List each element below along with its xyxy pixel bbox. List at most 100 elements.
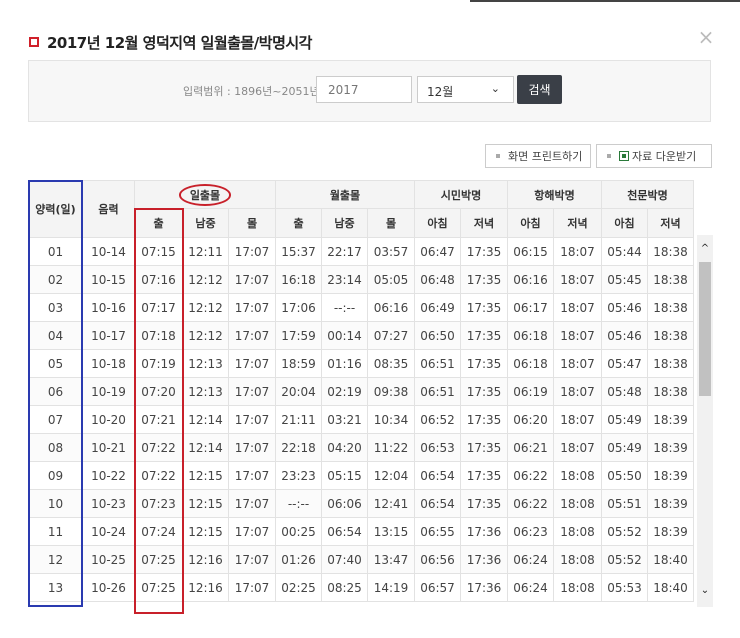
table-cell: --:-- bbox=[275, 489, 322, 518]
table-cell: 06:22 bbox=[507, 489, 554, 518]
table-cell: 06:51 bbox=[414, 349, 461, 378]
table-cell: 07:25 bbox=[134, 545, 183, 574]
print-button[interactable]: 화면 프린트하기 bbox=[485, 144, 591, 168]
table-cell: 17:07 bbox=[228, 349, 276, 378]
close-button[interactable]: × bbox=[696, 27, 716, 47]
table-cell: 18:40 bbox=[647, 545, 694, 574]
table-cell: 05:53 bbox=[601, 573, 648, 602]
table-row: 05 10-18 07:19 12:13 17:07 18:59 01:16 08:35 06:… bbox=[28, 349, 694, 378]
dialog-title: 2017년 12월 영덕지역 일월출몰/박명시각 bbox=[47, 33, 312, 52]
table-cell: 06:56 bbox=[414, 545, 461, 574]
table-cell: 18:38 bbox=[647, 237, 694, 266]
table-cell: 06:18 bbox=[507, 349, 554, 378]
table-cell: 18:07 bbox=[553, 405, 602, 434]
subheader-cell: 저녁 bbox=[553, 208, 602, 238]
table-cell: 17:36 bbox=[460, 517, 508, 546]
table-cell: 10-26 bbox=[82, 573, 135, 602]
table-cell: 05:45 bbox=[601, 265, 648, 294]
table-cell: 18:38 bbox=[647, 321, 694, 350]
table-cell: 06:52 bbox=[414, 405, 461, 434]
table-cell: 17:07 bbox=[228, 321, 276, 350]
table-row: 03 10-16 07:17 12:12 17:07 17:06 --:-- 06:16 06:… bbox=[28, 293, 694, 322]
table-cell: 06:16 bbox=[507, 265, 554, 294]
table-cell: 07:40 bbox=[321, 545, 368, 574]
table-cell: 17:35 bbox=[460, 433, 508, 462]
table-row: 09 10-22 07:22 12:15 17:07 23:23 05:15 12:04 06:… bbox=[28, 461, 694, 490]
table-cell: 07:22 bbox=[134, 433, 183, 462]
month-select-value: 12월 bbox=[427, 85, 454, 99]
table-scrollbar[interactable]: ^ ⌄ bbox=[697, 235, 713, 607]
table-cell: 18:08 bbox=[553, 461, 602, 490]
dialog-header: 2017년 12월 영덕지역 일월출몰/박명시각 bbox=[29, 30, 312, 54]
download-button[interactable]: 자료 다운받기 bbox=[596, 144, 712, 168]
table-cell: 10:34 bbox=[367, 405, 415, 434]
table-cell: 11 bbox=[28, 517, 83, 546]
table-cell: 10-17 bbox=[82, 321, 135, 350]
table-row: 01 10-14 07:15 12:11 17:07 15:37 22:17 03:57 06:… bbox=[28, 237, 694, 266]
table-cell: 15:37 bbox=[275, 237, 322, 266]
table-row: 11 10-24 07:24 12:15 17:07 00:25 06:54 13:15 06:… bbox=[28, 517, 694, 546]
table-cell: 18:07 bbox=[553, 293, 602, 322]
scroll-thumb[interactable] bbox=[699, 262, 711, 396]
table-cell: 12:14 bbox=[182, 433, 229, 462]
table-cell: 02:25 bbox=[275, 573, 322, 602]
table-cell: 06:17 bbox=[507, 293, 554, 322]
table-cell: 05:49 bbox=[601, 405, 648, 434]
table-cell: 18:39 bbox=[647, 433, 694, 462]
table-cell: 05:05 bbox=[367, 265, 415, 294]
table-cell: 18:07 bbox=[553, 237, 602, 266]
table-cell: 06:57 bbox=[414, 573, 461, 602]
table-cell: 17:35 bbox=[460, 461, 508, 490]
search-button[interactable]: 검색 bbox=[517, 75, 562, 104]
table-cell: 00:14 bbox=[321, 321, 368, 350]
table-cell: 06:54 bbox=[414, 461, 461, 490]
table-cell: 17:35 bbox=[460, 405, 508, 434]
table-cell: 12:12 bbox=[182, 265, 229, 294]
table-cell: 06:51 bbox=[414, 377, 461, 406]
subheader-cell: 몰 bbox=[228, 208, 276, 238]
table-cell: 01 bbox=[28, 237, 83, 266]
data-table: 양력(일) 음력 일출몰 월출몰 시민박명 항해박명 천문박명 출 남중 몰 출 남중 몰… bbox=[28, 180, 694, 602]
table-cell: 11:22 bbox=[367, 433, 415, 462]
table-cell: 04 bbox=[28, 321, 83, 350]
table-cell: 06:22 bbox=[507, 461, 554, 490]
chevron-down-icon: ⌄ bbox=[490, 82, 500, 95]
header-moon-group: 월출몰 bbox=[275, 180, 415, 209]
scroll-up-icon[interactable]: ^ bbox=[697, 243, 713, 254]
table-cell: 18:08 bbox=[553, 545, 602, 574]
year-input[interactable] bbox=[316, 76, 412, 103]
table-cell: 17:07 bbox=[228, 517, 276, 546]
table-cell: 03 bbox=[28, 293, 83, 322]
table-cell: 10-16 bbox=[82, 293, 135, 322]
table-cell: 17:06 bbox=[275, 293, 322, 322]
table-cell: 12 bbox=[28, 545, 83, 574]
table-cell: 07:22 bbox=[134, 461, 183, 490]
month-select[interactable]: 12월 ⌄ bbox=[417, 76, 514, 103]
table-cell: 10-23 bbox=[82, 489, 135, 518]
table-cell: 17:59 bbox=[275, 321, 322, 350]
table-cell: 03:21 bbox=[321, 405, 368, 434]
table-cell: 05:52 bbox=[601, 517, 648, 546]
table-cell: 17:36 bbox=[460, 545, 508, 574]
table-cell: 10-19 bbox=[82, 377, 135, 406]
table-cell: 13 bbox=[28, 573, 83, 602]
table-cell: 00:25 bbox=[275, 517, 322, 546]
table-cell: 18:07 bbox=[553, 321, 602, 350]
table-cell: 08 bbox=[28, 433, 83, 462]
table-cell: 08:35 bbox=[367, 349, 415, 378]
top-border bbox=[470, 0, 740, 2]
subheader-cell: 아침 bbox=[601, 208, 648, 238]
table-cell: 18:08 bbox=[553, 517, 602, 546]
table-cell: 03:57 bbox=[367, 237, 415, 266]
table-cell: 17:07 bbox=[228, 573, 276, 602]
table-cell: 17:07 bbox=[228, 433, 276, 462]
table-cell: 17:07 bbox=[228, 237, 276, 266]
scroll-down-icon[interactable]: ⌄ bbox=[697, 585, 713, 596]
table-cell: 18:07 bbox=[553, 433, 602, 462]
table-cell: 12:15 bbox=[182, 517, 229, 546]
table-cell: 14:19 bbox=[367, 573, 415, 602]
table-cell: 05:52 bbox=[601, 545, 648, 574]
table-cell: 12:15 bbox=[182, 461, 229, 490]
table-cell: 05:46 bbox=[601, 293, 648, 322]
table-cell: 05:49 bbox=[601, 433, 648, 462]
